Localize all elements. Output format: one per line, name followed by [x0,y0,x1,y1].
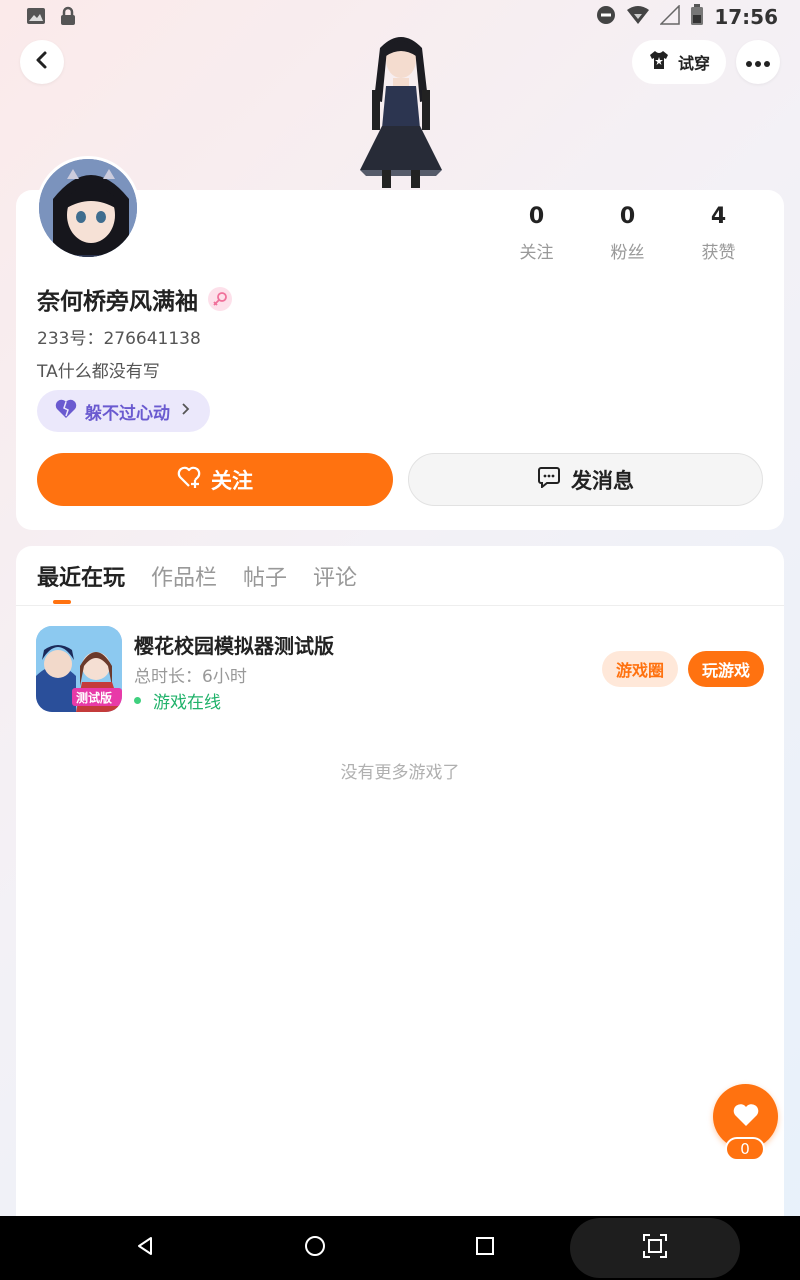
divider [16,605,784,606]
stat-likes-label: 获赞 [701,243,736,263]
nickname: 奈何桥旁风满袖 [37,289,198,315]
message-button[interactable]: 发消息 [408,453,763,506]
wifi-icon [626,5,650,29]
system-nav-bar [0,1216,800,1280]
character-avatar-figure [346,30,456,190]
stat-following-count: 0 [528,204,545,229]
chevron-left-icon [32,50,52,74]
game-title: 樱花校园模拟器测试版 [134,634,334,658]
try-on-button[interactable]: 试穿 [632,40,726,84]
interest-tag-label: 躲不过心动 [85,403,170,424]
follow-button[interactable]: 关注 [37,453,393,506]
tab-recently-played[interactable]: 最近在玩 [37,560,125,604]
game-duration: 总时长：6小时 [134,667,247,687]
game-icon: 测试版 [36,626,122,712]
user-id: 233号：276641138 [37,329,201,349]
nav-screenshot-button[interactable] [635,1228,675,1268]
square-recents-icon [474,1235,496,1261]
stat-following[interactable]: 0 关注 [491,204,582,263]
screenshot-icon [642,1233,668,1263]
game-status-label: 游戏在线 [153,693,221,713]
nav-recents-button[interactable] [465,1228,505,1268]
shirt-icon [648,49,670,75]
game-online-status: 游戏在线 [134,688,221,713]
heart-icon [55,399,77,424]
chevron-right-icon [178,401,192,421]
chat-icon [537,466,561,493]
tab-comments[interactable]: 评论 [313,560,357,604]
circle-home-icon [303,1234,327,1262]
bio: TA什么都没有写 [37,362,160,382]
game-icon-badge: 测试版 [76,691,113,705]
stat-fans-count: 0 [619,204,636,229]
triangle-back-icon [134,1235,156,1261]
try-on-label: 试穿 [677,54,710,73]
game-circle-button[interactable]: 游戏圈 [602,651,678,687]
tab-posts[interactable]: 帖子 [243,560,287,604]
interest-tag[interactable]: 躲不过心动 [37,390,210,432]
stat-fans-label: 粉丝 [610,243,645,263]
status-time: 17:56 [714,5,778,29]
lock-icon [58,6,78,26]
image-icon [26,6,46,26]
online-dot-icon [134,697,141,704]
stat-fans[interactable]: 0 粉丝 [582,204,673,263]
signal-icon [659,4,681,29]
heart-plus-icon [177,466,201,493]
no-more-games-text: 没有更多游戏了 [340,763,460,783]
female-icon [208,287,232,311]
status-bar: 17:56 [0,0,800,34]
battery-icon [690,4,704,30]
message-label: 发消息 [571,468,634,493]
stat-following-label: 关注 [519,243,554,263]
profile-stats: 0 关注 0 粉丝 4 获赞 [491,204,764,263]
like-count-badge: 0 [725,1137,765,1161]
back-button[interactable] [20,40,64,84]
content-card: 最近在玩 作品栏 帖子 评论 测试版 樱花校园模拟器测试版 总时长：6小时 游戏… [16,546,784,1226]
tab-works[interactable]: 作品栏 [151,560,217,604]
do-not-disturb-icon [596,5,616,29]
stat-likes[interactable]: 4 获赞 [673,204,764,263]
stat-likes-count: 4 [710,204,727,229]
more-button[interactable] [736,40,780,84]
play-game-button[interactable]: 玩游戏 [688,651,764,687]
heart-icon [732,1102,760,1132]
nav-back-button[interactable] [125,1228,165,1268]
list-item[interactable]: 测试版 樱花校园模拟器测试版 总时长：6小时 游戏在线 游戏圈 玩游戏 [36,626,766,716]
profile-tabs: 最近在玩 作品栏 帖子 评论 [37,560,357,604]
more-horizontal-icon [745,53,771,72]
follow-label: 关注 [211,468,253,493]
active-tab-indicator [53,600,71,604]
avatar[interactable] [36,156,140,260]
nav-home-button[interactable] [295,1228,335,1268]
nickname-row: 奈何桥旁风满袖 [37,282,232,316]
